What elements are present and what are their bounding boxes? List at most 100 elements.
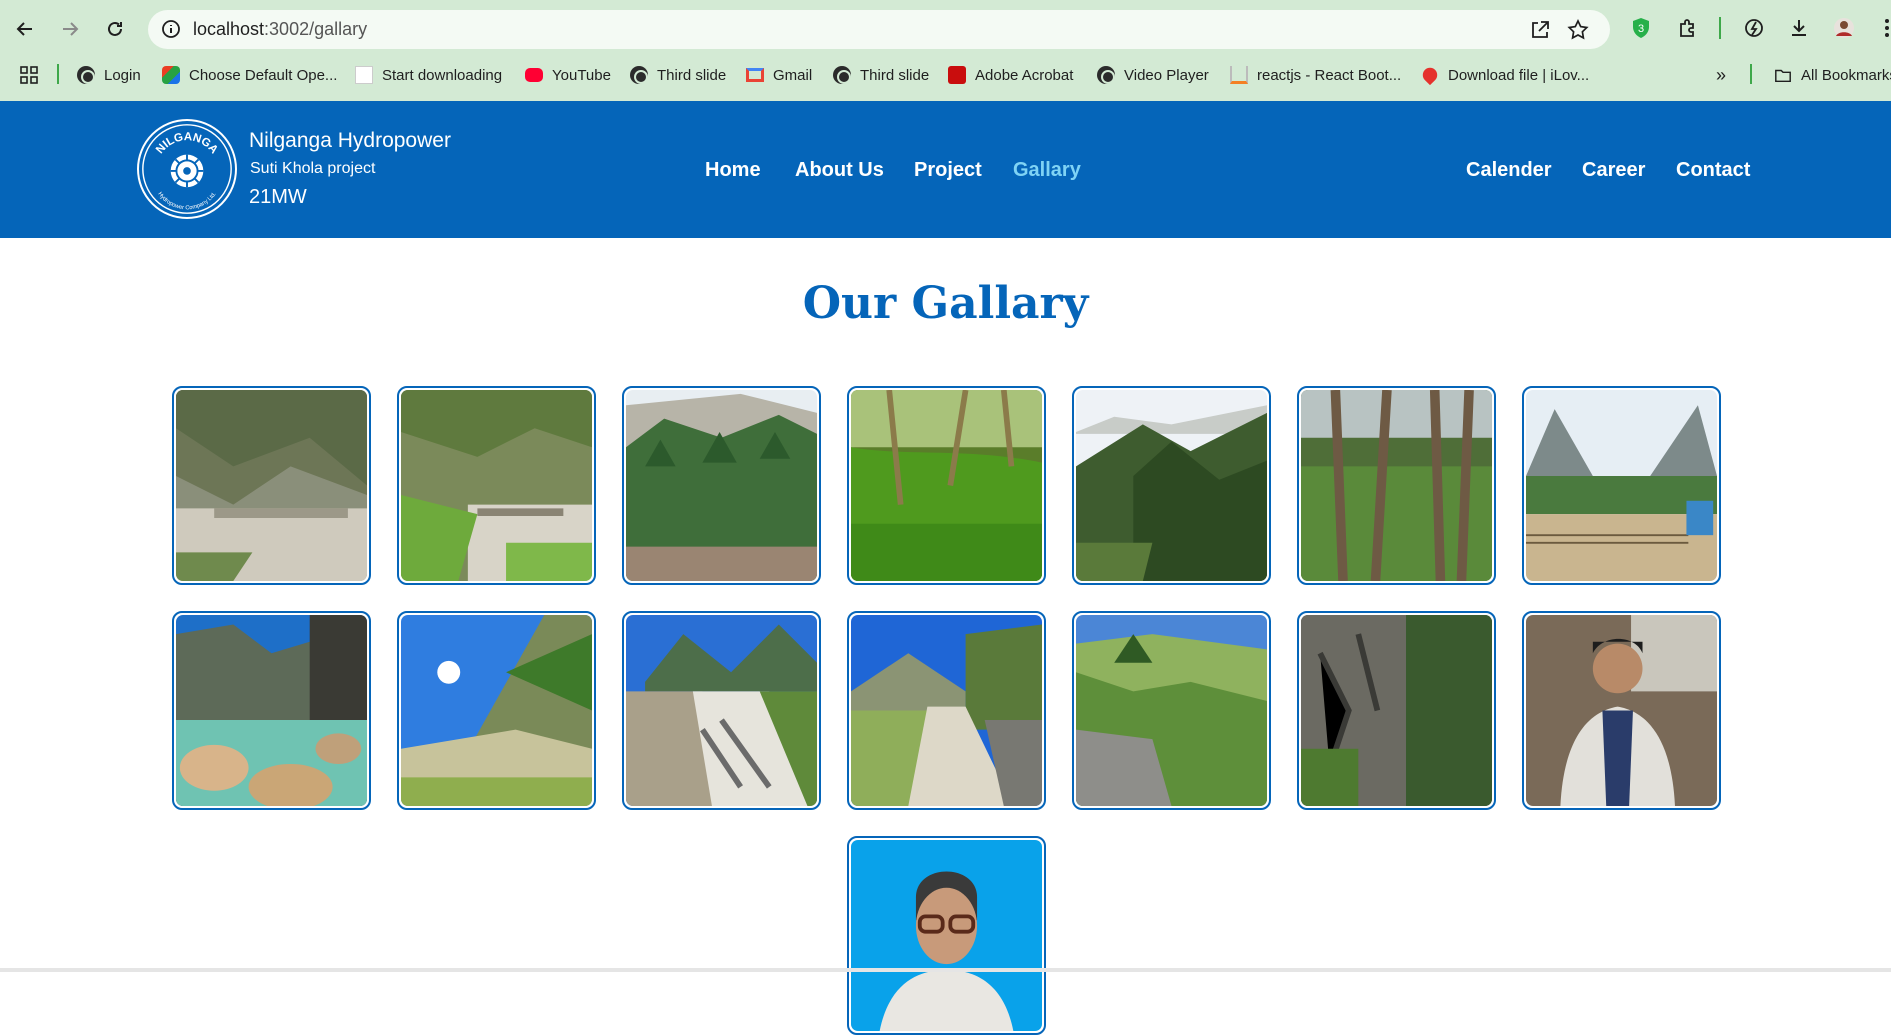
bookmarks-bar: Login Choose Default Ope... Start downlo…: [0, 60, 1891, 90]
bookmark-download-file[interactable]: Download file | iLov...: [1419, 60, 1590, 90]
bookmark-label: Login: [104, 66, 141, 84]
stackoverflow-icon: [1230, 66, 1248, 84]
svg-text:3: 3: [1638, 23, 1644, 35]
all-bookmarks-button[interactable]: All Bookmarks: [1774, 60, 1891, 90]
gallery-image-green-forest-floor[interactable]: [847, 386, 1046, 585]
forward-button[interactable]: [55, 14, 85, 44]
gallery-image-man-in-blazer[interactable]: [1522, 611, 1721, 810]
bookmark-choose-default[interactable]: Choose Default Ope...: [162, 60, 337, 90]
green-forest-floor-photo: [851, 390, 1042, 581]
nav-contact[interactable]: Contact: [1676, 159, 1750, 182]
green-slope-trail-photo: [1076, 615, 1267, 806]
download-icon: [1792, 20, 1806, 36]
blank-page-icon: [355, 66, 373, 84]
bookmark-youtube[interactable]: YouTube: [525, 60, 611, 90]
horizontal-scrollbar[interactable]: [0, 968, 1891, 972]
nav-gallary[interactable]: Gallary: [1013, 159, 1081, 182]
gallery-image-forested-mountain[interactable]: [1072, 386, 1271, 585]
chevron-double-right-icon: »: [1716, 64, 1727, 85]
bookmark-gmail[interactable]: Gmail: [746, 60, 812, 90]
hillside-trail-photo: [401, 615, 592, 806]
globe-icon: [1097, 66, 1115, 84]
nav-home[interactable]: Home: [705, 159, 761, 182]
bookmark-label: Choose Default Ope...: [189, 66, 338, 84]
bookmark-label: Start downloading: [382, 66, 503, 84]
extensions-button[interactable]: [1674, 14, 1702, 42]
toolbar-divider: [1719, 17, 1721, 39]
gallery-image-rock-cliff[interactable]: [1297, 611, 1496, 810]
gallery-image-rocky-river[interactable]: [172, 611, 371, 810]
nav-about-us[interactable]: About Us: [795, 159, 884, 182]
open-in-app-icon[interactable]: [1528, 18, 1552, 42]
rock-cliff-photo: [1301, 615, 1492, 806]
gallery-image-stone-wall-path[interactable]: [622, 611, 821, 810]
bookmark-label: Gmail: [773, 66, 813, 84]
url-text[interactable]: localhost:3002/gallary: [193, 19, 367, 40]
site-info-icon[interactable]: [160, 18, 182, 40]
bookmark-label: YouTube: [552, 66, 611, 84]
site-header: NILGANGA Hydropower Company Ltd. Nilgang…: [0, 101, 1891, 238]
gallery-image-green-slope-trail[interactable]: [1072, 611, 1271, 810]
reload-button[interactable]: [100, 14, 130, 44]
speedometer-icon: [1745, 19, 1763, 37]
browser-toolbar: localhost:3002/gallary 3: [0, 0, 1891, 57]
gmail-icon: [746, 68, 764, 82]
globe-icon: [833, 66, 851, 84]
gallery-image-pine-forest[interactable]: [622, 386, 821, 585]
gallery-image-rural-road[interactable]: [847, 611, 1046, 810]
brand-subtitle: Suti Khola project: [250, 160, 376, 177]
rocky-river-photo: [176, 615, 367, 806]
nav-career[interactable]: Career: [1582, 159, 1645, 182]
downloads-button[interactable]: [1785, 14, 1813, 42]
man-in-blazer-portrait: [1526, 615, 1717, 806]
bookmarks-divider: [57, 64, 59, 84]
apps-button[interactable]: [19, 60, 39, 90]
browser-menu-button[interactable]: [1873, 14, 1891, 42]
bookmark-third-slide-2[interactable]: Third slide: [833, 60, 929, 90]
stone-wall-path-photo: [626, 615, 817, 806]
bookmark-third-slide[interactable]: Third slide: [630, 60, 726, 90]
address-bar[interactable]: localhost:3002/gallary: [148, 10, 1610, 49]
gallery-image-mountain-village[interactable]: [1522, 386, 1721, 585]
extension-badge-button[interactable]: 3: [1627, 14, 1655, 42]
river-valley-photo: [176, 390, 367, 581]
bookmark-reactjs[interactable]: reactjs - React Boot...: [1230, 60, 1401, 90]
extension-shield-icon: 3: [1633, 18, 1649, 38]
office-icon: [162, 66, 180, 84]
gallery-image-hillside-trail[interactable]: [397, 611, 596, 810]
man-with-glasses-portrait: [851, 840, 1042, 1031]
rural-road-photo: [851, 615, 1042, 806]
gallery-image-river-bridge[interactable]: [397, 386, 596, 585]
company-logo[interactable]: NILGANGA Hydropower Company Ltd.: [137, 119, 237, 219]
bookmark-start-downloading[interactable]: Start downloading: [355, 60, 502, 90]
arrow-left-icon: [16, 22, 32, 36]
reload-icon: [108, 21, 122, 36]
bookmark-label: Download file | iLov...: [1448, 66, 1590, 84]
nav-calender[interactable]: Calender: [1466, 159, 1552, 182]
gallery-image-river-valley[interactable]: [172, 386, 371, 585]
performance-button[interactable]: [1740, 14, 1768, 42]
forested-mountain-photo: [1076, 390, 1267, 581]
url-path: :3002/gallary: [264, 19, 368, 39]
bookmark-label: Adobe Acrobat: [975, 66, 1074, 84]
ilovepdf-icon: [1419, 64, 1441, 86]
bookmark-video-player[interactable]: Video Player: [1097, 60, 1209, 90]
apps-grid-icon: [20, 66, 38, 84]
gallery-image-tree-trunks[interactable]: [1297, 386, 1496, 585]
logo-emblem-icon: NILGANGA Hydropower Company Ltd.: [142, 124, 232, 214]
more-bookmarks-button[interactable]: »: [1716, 60, 1726, 90]
profile-button[interactable]: [1830, 14, 1858, 42]
gallery-image-man-with-glasses[interactable]: [847, 836, 1046, 1035]
nav-project[interactable]: Project: [914, 159, 982, 182]
page-title: Our Gallary: [802, 278, 1089, 329]
back-button[interactable]: [10, 14, 40, 44]
kebab-menu-icon: [1885, 19, 1889, 37]
bookmark-label: Video Player: [1124, 66, 1209, 84]
puzzle-icon: [1680, 19, 1694, 37]
bookmark-star-icon[interactable]: [1566, 18, 1590, 42]
bookmark-label: Third slide: [860, 66, 930, 84]
bookmark-adobe-acrobat[interactable]: Adobe Acrobat: [948, 60, 1073, 90]
bookmark-login[interactable]: Login: [77, 60, 141, 90]
svg-text:NILGANGA: NILGANGA: [154, 131, 220, 157]
arrow-right-icon: [63, 22, 79, 36]
